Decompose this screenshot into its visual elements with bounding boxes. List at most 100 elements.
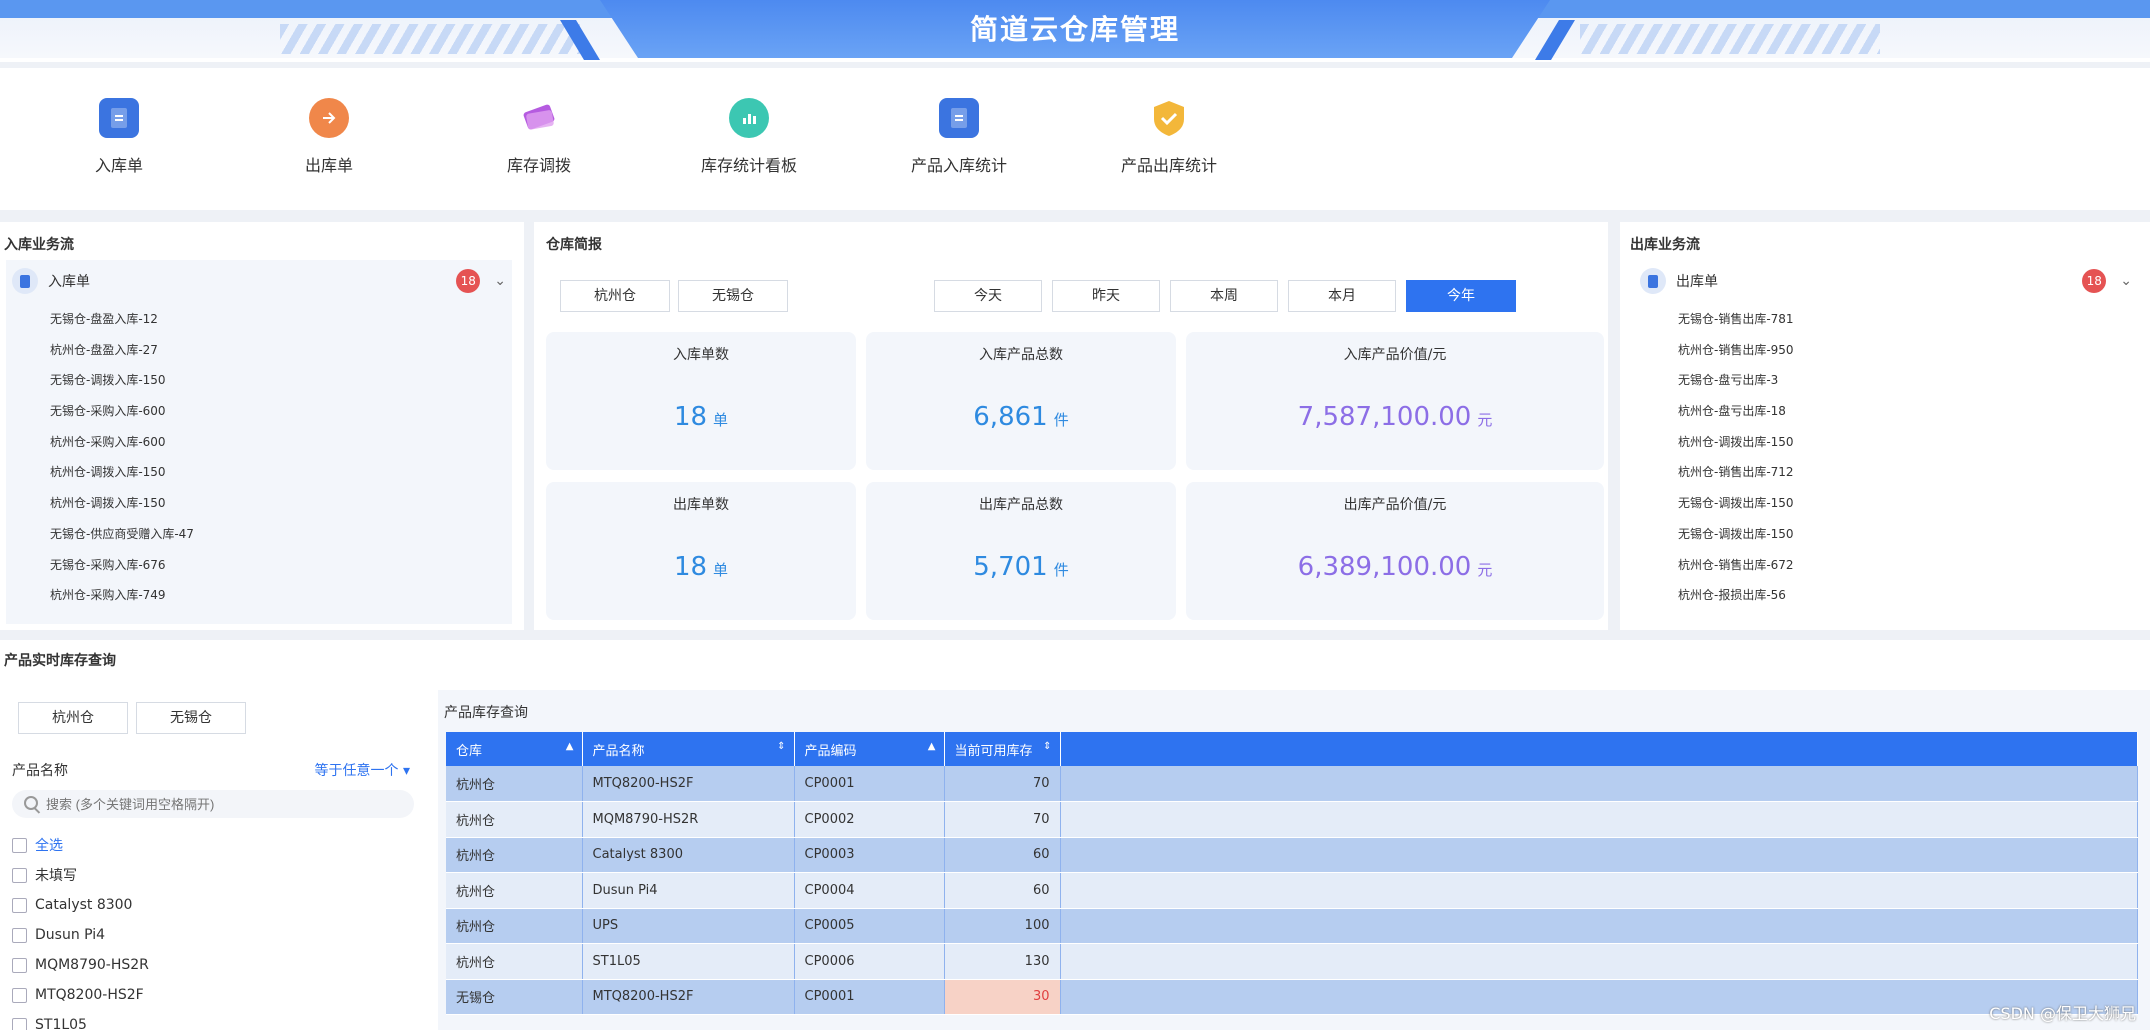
stat-label: 出库产品价值/元 <box>1343 497 1447 513</box>
search-icon <box>24 796 38 810</box>
table-row[interactable]: 杭州仓 Catalyst 8300 CP0003 60 <box>446 837 2138 873</box>
stat-label: 出库产品总数 <box>979 497 1063 513</box>
warehouse-button-hangzhou[interactable]: 杭州仓 <box>560 280 670 312</box>
document-icon <box>99 98 139 138</box>
checkbox-select-all[interactable]: 全选 <box>12 830 149 860</box>
period-button-today[interactable]: 今天 <box>934 280 1042 312</box>
inventory-filters: 杭州仓 无锡仓 产品名称 等于任意一个 ▾ 全选 未填写 Catalyst 83… <box>0 690 420 1030</box>
panel-title: 仓库简报 <box>546 237 602 253</box>
outbound-flow-box: 出库单 18 ⌄ 无锡仓-销售出库-781 杭州仓-销售出库-950 无锡仓-盘… <box>1626 260 2138 624</box>
warehouse-button-wuxi[interactable]: 无锡仓 <box>136 702 246 734</box>
outbound-flow-list: 无锡仓-销售出库-781 杭州仓-销售出库-950 无锡仓-盘亏出库-3 杭州仓… <box>1678 304 1794 611</box>
table-row[interactable]: 杭州仓 Dusun Pi4 CP0004 60 <box>446 872 2138 909</box>
list-item[interactable]: 杭州仓-调拨出库-150 <box>1678 427 1794 458</box>
nav-product-inbound-stats[interactable]: 产品入库统计 <box>884 98 1034 176</box>
stat-card-outbound-value: 出库产品价值/元 6,389,100.00 元 <box>1186 482 1604 620</box>
list-item[interactable]: 杭州仓-调拨入库-150 <box>50 457 194 488</box>
table-row[interactable]: 杭州仓 MTQ8200-HS2F CP0001 70 <box>446 766 2138 802</box>
outbound-flow-header[interactable]: 出库单 18 ⌄ <box>1640 266 2132 296</box>
list-item[interactable]: 无锡仓-调拨出库-150 <box>1678 519 1794 550</box>
list-item[interactable]: 杭州仓-调拨入库-150 <box>50 488 194 519</box>
list-item[interactable]: 无锡仓-盘亏出库-3 <box>1678 365 1794 396</box>
column-header[interactable]: 产品编码 ▲ <box>794 732 945 766</box>
sort-icon: ▲ <box>565 741 574 752</box>
stat-label: 入库单数 <box>673 347 729 363</box>
nav-stock-dashboard[interactable]: 库存统计看板 <box>674 98 824 176</box>
filter-label: 产品名称 <box>12 763 68 779</box>
checkbox-option[interactable]: ST1L05 <box>12 1010 149 1030</box>
sort-icon: ⇕ <box>777 741 786 752</box>
table-title: 产品库存查询 <box>444 705 528 721</box>
column-header[interactable]: 产品名称 ⇕ <box>582 732 795 766</box>
nav-stock-transfer[interactable]: 库存调拨 <box>464 98 614 176</box>
list-item[interactable]: 无锡仓-销售出库-781 <box>1678 304 1794 335</box>
inbound-flow-panel: 入库业务流 入库单 18 ⌄ 无锡仓-盘盈入库-12 杭州仓-盘盈入库-27 无… <box>0 222 524 630</box>
quick-nav: 入库单 出库单 库存调拨 库存统计看板 产品入库统计 产品出库统计 <box>0 68 2150 210</box>
transfer-card-icon <box>519 98 559 138</box>
document-icon <box>1640 268 1666 294</box>
list-item[interactable]: 杭州仓-销售出库-712 <box>1678 457 1794 488</box>
table-row[interactable]: 无锡仓 MTQ8200-HS2F CP0001 30 <box>446 979 2138 1015</box>
checkbox-option[interactable]: MQM8790-HS2R <box>12 950 149 980</box>
stat-label: 入库产品总数 <box>979 347 1063 363</box>
list-item[interactable]: 杭州仓-盘盈入库-27 <box>50 335 194 366</box>
checkbox-option[interactable]: MTQ8200-HS2F <box>12 980 149 1010</box>
count-badge: 18 <box>2082 269 2107 293</box>
chevron-down-icon[interactable]: ⌄ <box>494 273 506 289</box>
period-button-yesterday[interactable]: 昨天 <box>1052 280 1160 312</box>
section-title: 产品实时库存查询 <box>4 653 116 669</box>
table-row[interactable]: 杭州仓 ST1L05 CP0006 130 <box>446 943 2138 980</box>
warehouse-brief-panel: 仓库简报 杭州仓 无锡仓 今天 昨天 本周 本月 今年 入库单数 18 单 入库产… <box>534 222 1608 630</box>
stat-value: 5,701 件 <box>973 552 1069 582</box>
stat-value: 18 单 <box>673 552 729 582</box>
banner-right-stripes <box>1580 24 1880 54</box>
warehouse-button-wuxi[interactable]: 无锡仓 <box>678 280 788 312</box>
stat-card-outbound-products: 出库产品总数 5,701 件 <box>866 482 1176 620</box>
document-stats-icon <box>939 98 979 138</box>
nav-inbound-order[interactable]: 入库单 <box>44 98 194 176</box>
list-item[interactable]: 无锡仓-供应商受赠入库-47 <box>50 519 194 550</box>
count-badge: 18 <box>456 269 481 293</box>
column-header[interactable]: 当前可用库存 ⇕ <box>944 732 1061 766</box>
inbound-flow-header[interactable]: 入库单 18 ⌄ <box>12 266 506 296</box>
list-item[interactable]: 无锡仓-调拨出库-150 <box>1678 488 1794 519</box>
list-item[interactable]: 杭州仓-采购入库-749 <box>50 580 194 611</box>
list-item[interactable]: 杭州仓-盘亏出库-18 <box>1678 396 1794 427</box>
warehouse-button-hangzhou[interactable]: 杭州仓 <box>18 702 128 734</box>
app-title: 简道云仓库管理 <box>969 13 1180 46</box>
list-item[interactable]: 杭州仓-报损出库-56 <box>1678 580 1794 611</box>
table-row[interactable]: 杭州仓 UPS CP0005 100 <box>446 908 2138 944</box>
list-item[interactable]: 杭州仓-销售出库-672 <box>1678 550 1794 581</box>
list-item[interactable]: 杭州仓-销售出库-950 <box>1678 335 1794 366</box>
stat-label: 出库单数 <box>673 497 729 513</box>
document-icon <box>12 268 38 294</box>
list-item[interactable]: 无锡仓-采购入库-676 <box>50 550 194 581</box>
search-input[interactable] <box>12 790 414 818</box>
period-button-week[interactable]: 本周 <box>1170 280 1278 312</box>
nav-product-outbound-stats[interactable]: 产品出库统计 <box>1094 98 1244 176</box>
nav-outbound-order[interactable]: 出库单 <box>254 98 404 176</box>
column-header[interactable]: 仓库 ▲ <box>446 732 583 766</box>
app-banner: 简道云仓库管理 <box>0 0 2150 62</box>
list-item[interactable]: 杭州仓-采购入库-600 <box>50 427 194 458</box>
stat-value: 6,389,100.00 元 <box>1297 552 1493 582</box>
inbound-flow-box: 入库单 18 ⌄ 无锡仓-盘盈入库-12 杭州仓-盘盈入库-27 无锡仓-调拨入… <box>6 260 512 624</box>
checkbox-option[interactable]: Catalyst 8300 <box>12 890 149 920</box>
stat-value: 7,587,100.00 元 <box>1297 402 1493 432</box>
list-item[interactable]: 无锡仓-采购入库-600 <box>50 396 194 427</box>
period-button-year[interactable]: 今年 <box>1406 280 1516 312</box>
stat-card-inbound-value: 入库产品价值/元 7,587,100.00 元 <box>1186 332 1604 470</box>
list-item[interactable]: 无锡仓-调拨入库-150 <box>50 365 194 396</box>
checkbox-option[interactable]: 未填写 <box>12 860 149 890</box>
table-row[interactable]: 杭州仓 MQM8790-HS2R CP0002 70 <box>446 801 2138 838</box>
period-button-month[interactable]: 本月 <box>1288 280 1396 312</box>
filter-mode-dropdown[interactable]: 等于任意一个 ▾ <box>315 760 410 780</box>
export-icon <box>309 98 349 138</box>
chevron-down-icon[interactable]: ⌄ <box>2120 273 2132 289</box>
inbound-flow-list: 无锡仓-盘盈入库-12 杭州仓-盘盈入库-27 无锡仓-调拨入库-150 无锡仓… <box>50 304 194 611</box>
checkbox-option[interactable]: Dusun Pi4 <box>12 920 149 950</box>
list-item[interactable]: 无锡仓-盘盈入库-12 <box>50 304 194 335</box>
shield-check-icon <box>1149 98 1189 138</box>
stat-card-inbound-products: 入库产品总数 6,861 件 <box>866 332 1176 470</box>
nav-label: 库存统计看板 <box>700 156 797 175</box>
